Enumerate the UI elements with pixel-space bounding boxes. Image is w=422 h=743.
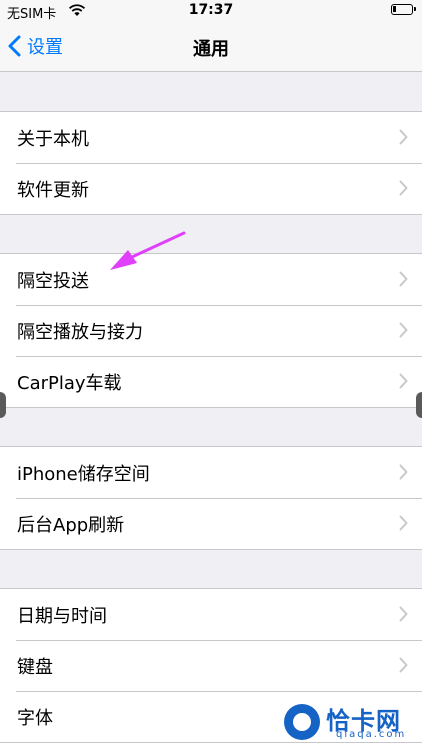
chevron-right-icon (399, 464, 408, 480)
list-item-label: 软件更新 (17, 180, 89, 201)
list-item-label: iPhone储存空间 (17, 464, 150, 485)
page-title: 通用 (193, 39, 229, 60)
chevron-right-icon (399, 322, 408, 338)
list-item-about[interactable]: 关于本机 (0, 112, 422, 163)
list-item-label: 字体 (17, 708, 53, 729)
battery-icon (391, 4, 416, 15)
chevron-right-icon (399, 271, 408, 287)
chevron-right-icon (399, 515, 408, 531)
list-item-label: 键盘 (17, 657, 53, 678)
chevron-right-icon (399, 373, 408, 389)
list-item-software-update[interactable]: 软件更新 (0, 163, 422, 214)
status-time: 17:37 (188, 2, 234, 18)
watermark: 恰卡网 qiaqa.com (276, 700, 422, 743)
list-item-iphone-storage[interactable]: iPhone储存空间 (0, 447, 422, 498)
list-item-label: 日期与时间 (17, 606, 107, 627)
watermark-logo-icon (284, 704, 320, 740)
list-item-label: 隔空投送 (17, 271, 89, 292)
chevron-right-icon (399, 180, 408, 196)
watermark-domain: qiaqa.com (336, 729, 407, 740)
scroll-handle-left (0, 392, 6, 418)
list-item-carplay[interactable]: CarPlay车载 (0, 356, 422, 407)
list-item-keyboard[interactable]: 键盘 (0, 640, 422, 691)
list-item-date-time[interactable]: 日期与时间 (0, 589, 422, 640)
list-item-label: 关于本机 (17, 129, 89, 150)
chevron-right-icon (399, 606, 408, 622)
settings-group-about: 关于本机 软件更新 (0, 111, 422, 215)
list-item-label: CarPlay车载 (17, 373, 122, 394)
list-item-airplay-handoff[interactable]: 隔空播放与接力 (0, 305, 422, 356)
list-item-background-app-refresh[interactable]: 后台App刷新 (0, 498, 422, 549)
scroll-handle-right (416, 392, 422, 418)
chevron-right-icon (399, 129, 408, 145)
navigation-bar: 设置 通用 (0, 22, 422, 72)
settings-group-connectivity: 隔空投送 隔空播放与接力 CarPlay车载 (0, 253, 422, 408)
list-item-label: 后台App刷新 (17, 515, 125, 536)
list-item-airdrop[interactable]: 隔空投送 (0, 254, 422, 305)
chevron-right-icon (399, 657, 408, 673)
list-item-label: 隔空播放与接力 (17, 322, 143, 343)
settings-group-storage: iPhone储存空间 后台App刷新 (0, 446, 422, 550)
status-bar: 无SIM卡 17:37 (0, 0, 422, 22)
